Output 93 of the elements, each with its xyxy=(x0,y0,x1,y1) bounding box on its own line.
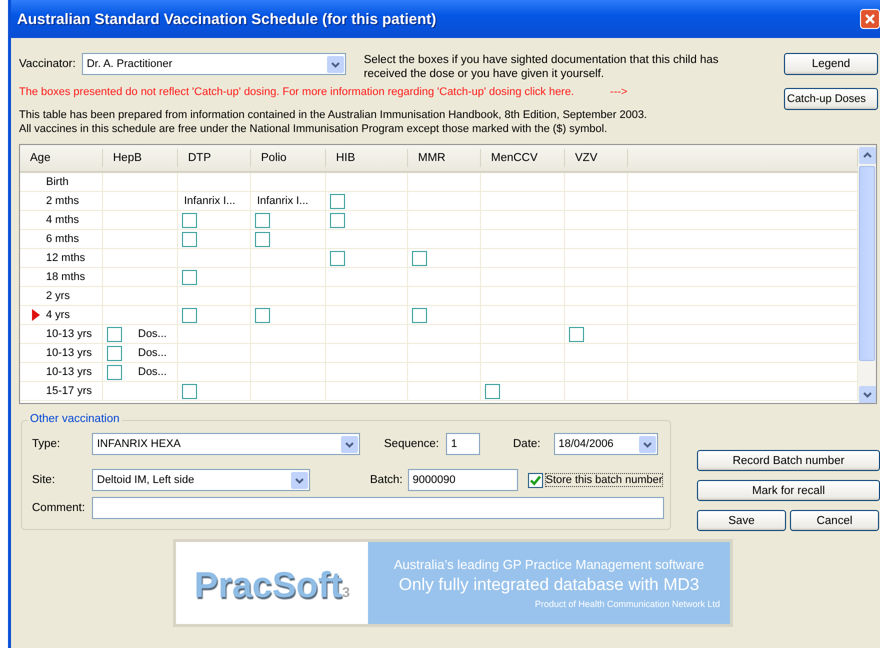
side-button[interactable]: Catch-up Doses xyxy=(784,88,878,110)
table-row[interactable]: Birth xyxy=(20,173,858,192)
vaccinator-label: Vaccinator: xyxy=(19,57,76,70)
dose-checkbox[interactable] xyxy=(182,384,197,398)
age-text: 10-13 yrs xyxy=(46,347,92,359)
batch-field[interactable]: 9000090 xyxy=(408,469,518,491)
logo-suffix-text: 3 xyxy=(342,584,350,600)
age-text: 2 mths xyxy=(46,195,80,207)
dose-checkbox[interactable] xyxy=(255,212,270,228)
column-header[interactable]: HepB xyxy=(103,149,178,167)
table-row[interactable]: 10-13 yrs Dos... xyxy=(20,344,858,363)
dose-text: Dos... xyxy=(138,347,167,359)
dose-checkbox[interactable] xyxy=(182,212,197,228)
column-header[interactable]: MenCCV xyxy=(481,149,565,167)
type-label: Type: xyxy=(32,438,62,450)
batch-label: Batch: xyxy=(370,474,403,486)
age-text: 4 yrs xyxy=(46,309,70,321)
column-header[interactable]: VZV xyxy=(565,149,628,167)
instructions-text: Select the boxes if you have sighted documentation that this child has received the dose or you have given it yourself. xyxy=(364,53,720,81)
table-row[interactable]: 10-13 yrs Dos... xyxy=(20,325,858,344)
banner-text: Australia’s leading GP Practice Management software xyxy=(394,557,704,572)
dose-checkbox[interactable] xyxy=(255,308,270,322)
table-row[interactable]: 10-13 yrs Dos... xyxy=(20,363,858,382)
dose-checkbox[interactable] xyxy=(569,326,584,342)
age-text: 18 mths xyxy=(46,271,86,283)
vaccine-text: Infanrix I... xyxy=(183,195,236,207)
type-dropdown[interactable]: INFANRIX HEXA xyxy=(92,433,360,455)
dose-checkbox[interactable] xyxy=(107,326,122,342)
date-label: Date: xyxy=(513,438,540,450)
table-row[interactable]: 2 mths Infanrix I... Infanrix I... xyxy=(20,192,858,211)
scroll-thumb[interactable] xyxy=(859,166,875,361)
banner-text: Only fully integrated database with MD3 xyxy=(398,575,700,595)
site-dropdown[interactable]: Deltoid IM, Left side xyxy=(92,469,310,491)
table-row[interactable]: 18 mths xyxy=(20,268,858,287)
vaccinator-dropdown[interactable]: Dr. A. Practitioner xyxy=(82,53,346,75)
sequence-field[interactable]: 1 xyxy=(446,433,480,455)
column-header[interactable]: Age xyxy=(20,149,103,167)
dose-checkbox[interactable] xyxy=(412,308,427,322)
column-header[interactable]: HIB xyxy=(326,149,408,167)
banner-text: Product of Health Communication Network Ltd xyxy=(534,599,720,609)
store-batch-label[interactable]: Store this batch number xyxy=(546,474,662,486)
dose-checkbox[interactable] xyxy=(412,250,427,266)
dose-checkbox[interactable] xyxy=(330,194,345,208)
dose-checkbox[interactable] xyxy=(182,270,197,284)
scrollbar[interactable] xyxy=(858,145,876,403)
age-text: 12 mths xyxy=(46,252,86,264)
age-text: Birth xyxy=(46,176,69,188)
close-icon[interactable] xyxy=(860,9,880,29)
window-title: Australian Standard Vaccination Schedule (for this patient) xyxy=(17,10,436,28)
dose-checkbox[interactable] xyxy=(255,232,270,246)
table-row[interactable]: 6 mths xyxy=(20,230,858,249)
dose-checkbox[interactable] xyxy=(107,346,122,360)
save-button[interactable]: Save xyxy=(697,510,786,531)
dose-checkbox[interactable] xyxy=(182,232,197,246)
dose-checkbox[interactable] xyxy=(330,212,345,228)
dose-text: Dos... xyxy=(138,366,167,378)
table-row[interactable]: 12 mths xyxy=(20,249,858,268)
table-row[interactable]: 4 mths xyxy=(20,211,858,230)
dose-checkbox[interactable] xyxy=(330,250,345,266)
arrow-text: ---> xyxy=(610,86,628,98)
column-header[interactable]: DTP xyxy=(178,149,251,167)
comment-label: Comment: xyxy=(32,502,86,514)
column-header[interactable]: Polio xyxy=(251,149,326,167)
table-row[interactable]: 15-17 yrs xyxy=(20,382,858,401)
age-text: 4 mths xyxy=(46,214,80,226)
age-text: 2 yrs xyxy=(46,290,70,302)
vaccine-text: Infanrix I... xyxy=(256,195,308,207)
mark-for-recall-button[interactable]: Mark for recall xyxy=(697,480,880,501)
cancel-button[interactable]: Cancel xyxy=(790,510,879,531)
dose-checkbox[interactable] xyxy=(485,384,500,398)
age-text: 15-17 yrs xyxy=(46,385,92,397)
group-title: Other vaccination xyxy=(28,413,122,425)
dose-text: Dos... xyxy=(138,328,167,340)
dose-checkbox[interactable] xyxy=(182,308,197,322)
table-row[interactable]: 4 yrs xyxy=(20,306,858,325)
scroll-down-icon[interactable] xyxy=(859,386,876,403)
side-button[interactable]: Legend xyxy=(784,53,878,75)
age-text: 6 mths xyxy=(46,233,80,245)
age-text: 10-13 yrs xyxy=(46,366,92,378)
info-text: All vaccines in this schedule are free under the National Immunisation Program except those marked with the ($) symbol. xyxy=(19,122,608,136)
site-label: Site: xyxy=(32,474,56,486)
info-text: This table has been prepared from information contained in the Australian Immunisation Handbook, 8th Edition, September 2003. xyxy=(19,108,648,122)
comment-field[interactable] xyxy=(92,497,664,519)
age-text: 10-13 yrs xyxy=(46,328,92,340)
dose-checkbox[interactable] xyxy=(107,364,122,380)
store-batch-checkbox[interactable] xyxy=(528,472,543,488)
logo-text: PracSoft xyxy=(194,564,342,606)
column-header[interactable]: MMR xyxy=(408,149,481,167)
table-row[interactable]: 2 yrs xyxy=(20,287,858,306)
record-batch-button[interactable]: Record Batch number xyxy=(697,450,880,471)
date-picker[interactable]: 18/04/2006 xyxy=(554,433,658,455)
scroll-up-icon[interactable] xyxy=(859,147,876,164)
sequence-label: Sequence: xyxy=(384,438,439,450)
